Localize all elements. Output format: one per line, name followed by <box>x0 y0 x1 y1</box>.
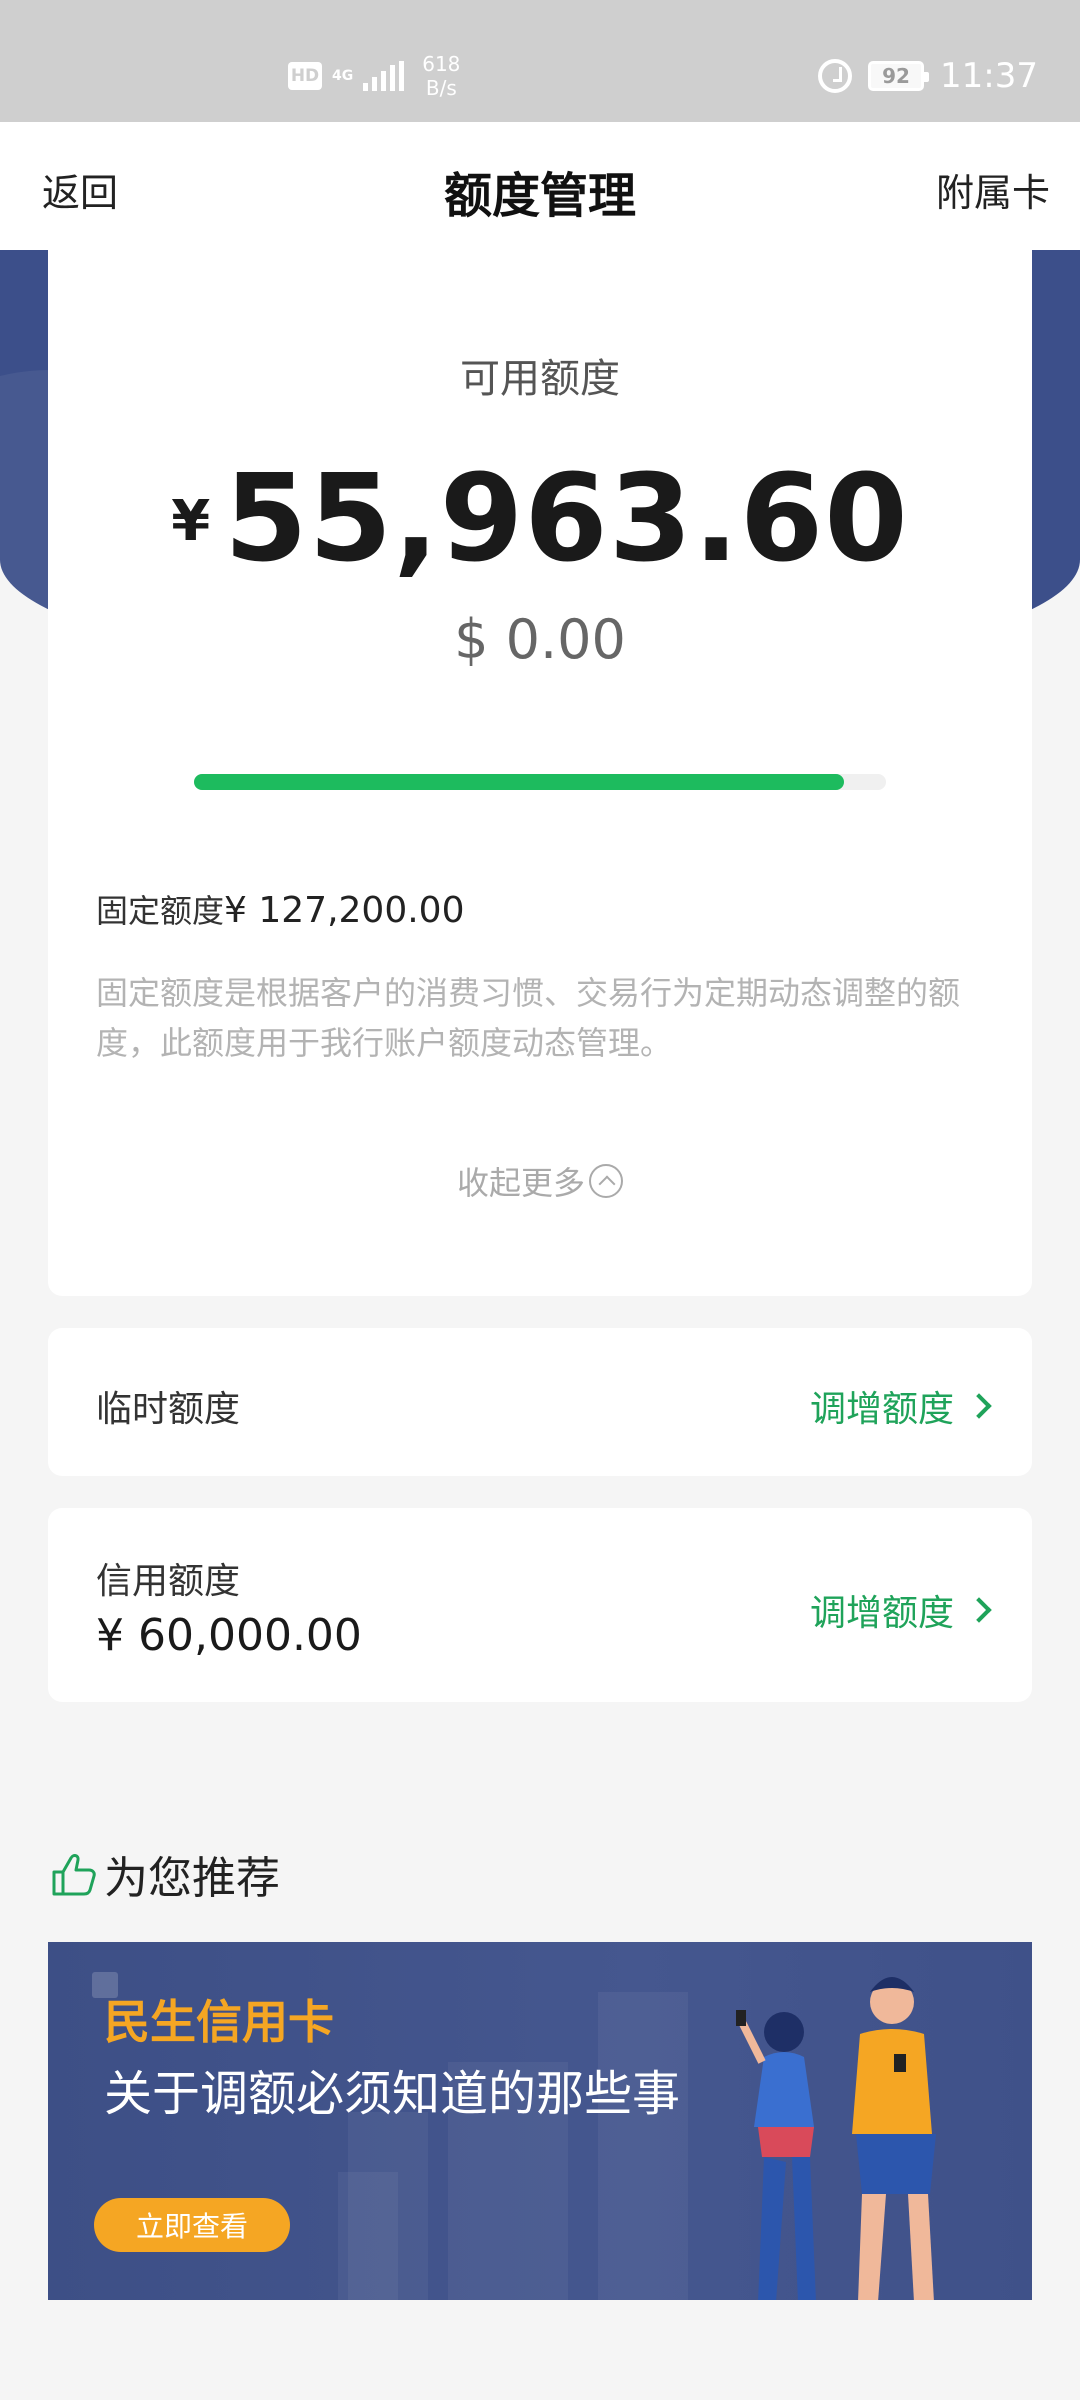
usd-amount: $ 0.00 <box>454 608 626 671</box>
people-illustration <box>736 1977 936 2300</box>
available-amount: ¥55,963.60 <box>48 450 1032 589</box>
status-time: 11:37 <box>940 56 1038 96</box>
fixed-credit-label: 固定额度 <box>96 892 225 930</box>
fixed-credit-line: 固定额度¥ 127,200.00 <box>96 886 464 932</box>
recommend-title: 为您推荐 <box>104 1853 280 1904</box>
temporary-increase-button[interactable]: 调增额度 <box>809 1380 992 1432</box>
temporary-credit-card[interactable]: 临时额度 调增额度 <box>48 1328 1032 1476</box>
chevron-right-icon <box>966 1393 992 1419</box>
chevron-up-icon <box>589 1164 623 1198</box>
network-type: 4G <box>332 68 354 84</box>
collapse-more-label: 收起更多 <box>456 1164 585 1202</box>
available-label: 可用额度 <box>460 356 620 402</box>
status-right: 92 11:37 <box>818 56 1038 96</box>
temporary-credit-title: 临时额度 <box>96 1389 241 1430</box>
recommend-banner[interactable]: 民生信用卡 关于调额必须知道的那些事 立即查看 <box>48 1942 1032 2300</box>
collapse-more-button[interactable]: 收起更多 <box>48 1158 1032 1204</box>
supplementary-card-button[interactable]: 附属卡 <box>936 162 1050 217</box>
currency-symbol: ¥ <box>171 489 211 554</box>
temporary-increase-label: 调增额度 <box>809 1389 954 1430</box>
network-speed: 618 B/s <box>422 52 460 100</box>
recommend-heading: 为您推荐 <box>48 1842 280 1906</box>
credit-limit-title: 信用额度 <box>96 1561 241 1602</box>
signal-icon <box>363 61 405 91</box>
credit-limit-amount: ¥ 60,000.00 <box>96 1610 362 1661</box>
speed-unit: B/s <box>425 76 457 100</box>
credit-increase-button[interactable]: 调增额度 <box>809 1584 992 1636</box>
hd-icon: HD <box>288 62 322 90</box>
chevron-right-icon <box>966 1597 992 1623</box>
status-network: HD 4G 618 B/s <box>288 52 460 100</box>
fixed-credit-amount: ¥ 127,200.00 <box>224 890 465 931</box>
page-title: 额度管理 <box>443 168 636 224</box>
credit-increase-label: 调增额度 <box>809 1593 954 1634</box>
nav-bar: 返回 额度管理 附属卡 <box>0 122 1080 250</box>
progress-fill <box>194 774 845 790</box>
thumbs-up-icon <box>52 1854 96 1896</box>
available-credit-card: 可用额度 ¥55,963.60 $ 0.00 固定额度¥ 127,200.00 … <box>48 250 1032 1296</box>
status-bar: HD 4G 618 B/s 92 11:37 <box>0 0 1080 122</box>
credit-limit-card[interactable]: 信用额度 ¥ 60,000.00 调增额度 <box>48 1508 1032 1702</box>
battery-level: 92 <box>882 64 910 88</box>
battery-icon: 92 <box>868 61 930 91</box>
fixed-credit-description: 固定额度是根据客户的消费习惯、交易行为定期动态调整的额度，此额度用于我行账户额度… <box>96 974 961 1062</box>
speed-value: 618 <box>422 52 461 76</box>
banner-subtitle: 关于调额必须知道的那些事 <box>104 2066 681 2122</box>
available-amount-value: 55,963.60 <box>224 450 909 589</box>
banner-view-button[interactable]: 立即查看 <box>94 2198 290 2252</box>
alarm-icon <box>818 59 853 93</box>
banner-brand: 民生信用卡 <box>104 1995 334 2049</box>
credit-usage-progress <box>194 774 886 790</box>
